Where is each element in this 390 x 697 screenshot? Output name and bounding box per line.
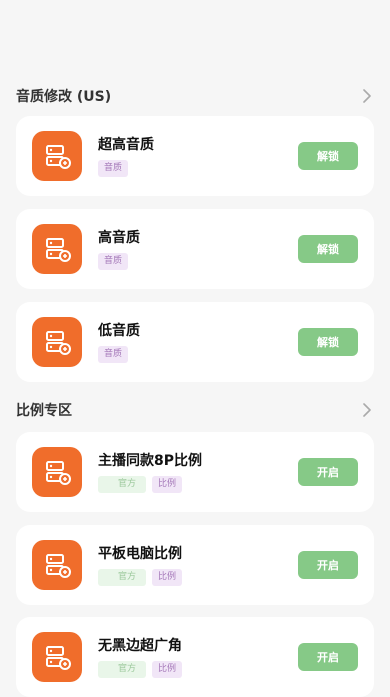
chevron-right-icon[interactable] (360, 403, 374, 417)
list-item: 平板电脑比例 官方 比例 开启 (16, 525, 374, 605)
section-header-ratio-zone[interactable]: 比例专区 (16, 398, 374, 422)
server-icon (32, 447, 82, 497)
item-title: 平板电脑比例 (98, 545, 182, 562)
tag-ratio: 比例 (152, 568, 183, 586)
list-item: 无黑边超广角 官方 比例 开启 (16, 617, 374, 697)
list-item: 高音质 音质 解锁 (16, 209, 374, 289)
list-item: 超高音质 音质 解锁 (16, 116, 374, 196)
list-item: 主播同款8P比例 官方 比例 开启 (16, 432, 374, 512)
item-title: 无黑边超广角 (98, 637, 182, 654)
server-icon (32, 224, 82, 274)
enable-button[interactable]: 开启 (298, 643, 358, 671)
tag-quality: 音质 (98, 159, 129, 177)
section-title: 音质修改 (US) (16, 89, 112, 105)
enable-button[interactable]: 开启 (298, 551, 358, 579)
unlock-button[interactable]: 解锁 (298, 235, 358, 263)
server-icon (32, 317, 82, 367)
tag-quality: 音质 (98, 345, 129, 363)
section-title: 比例专区 (16, 403, 72, 419)
server-icon (32, 632, 82, 682)
server-icon (32, 131, 82, 181)
tag-official: 官方 (98, 568, 147, 586)
tag-ratio: 比例 (152, 475, 183, 493)
enable-button[interactable]: 开启 (298, 458, 358, 486)
section-header-sound-quality[interactable]: 音质修改 (US) (16, 84, 374, 108)
item-title: 主播同款8P比例 (98, 452, 203, 469)
server-icon (32, 540, 82, 590)
tag-ratio: 比例 (152, 660, 183, 678)
tag-official: 官方 (98, 660, 147, 678)
item-title: 高音质 (98, 229, 140, 246)
item-title: 超高音质 (98, 136, 154, 153)
tag-official: 官方 (98, 475, 147, 493)
unlock-button[interactable]: 解锁 (298, 142, 358, 170)
chevron-right-icon[interactable] (360, 89, 374, 103)
list-item: 低音质 音质 解锁 (16, 302, 374, 382)
item-title: 低音质 (98, 322, 140, 339)
tag-quality: 音质 (98, 252, 129, 270)
unlock-button[interactable]: 解锁 (298, 328, 358, 356)
